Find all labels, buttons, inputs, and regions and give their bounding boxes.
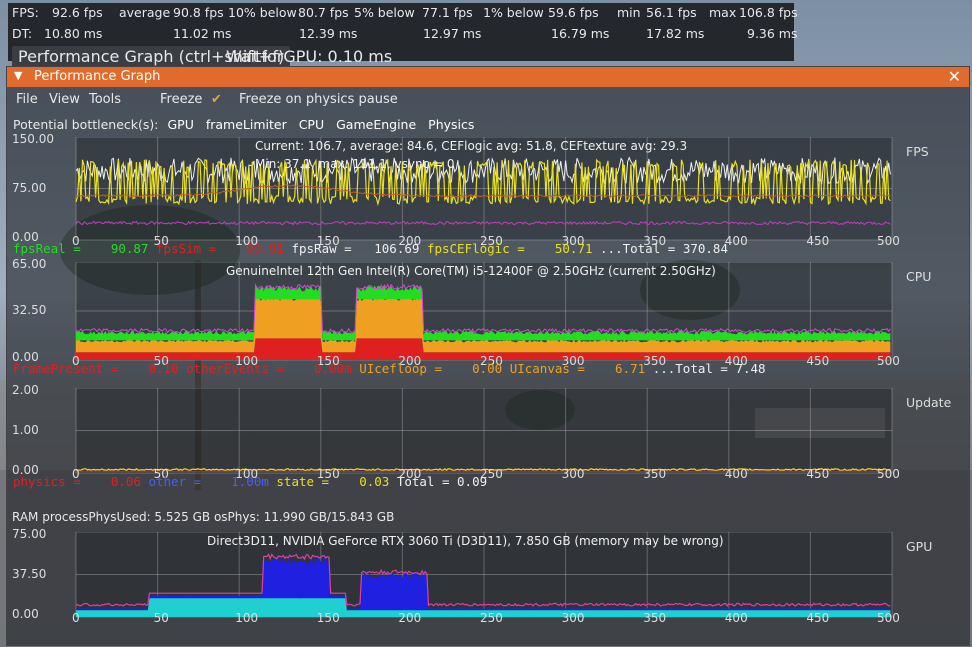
cpu-legend-entry: ...Total = 7.48: [652, 361, 766, 376]
window-titlebar[interactable]: ▼ Performance Graph ✕: [7, 67, 969, 87]
fps-side-label: FPS: [906, 144, 929, 159]
dtrow-cell: 12.97 ms: [423, 26, 482, 41]
cpu-legend-entry: otherEvents = 0.00m: [186, 361, 360, 376]
window-title: Performance Graph: [34, 69, 161, 84]
fpsrow-cell: 77.1 fps: [422, 5, 473, 20]
freeze-physics-label[interactable]: Freeze on physics pause: [239, 92, 398, 107]
fpsrow-cell: 80.7 fps: [298, 5, 349, 20]
dtrow-cell: 9.36 ms: [747, 26, 798, 41]
fpsrow-cell: max: [709, 5, 737, 20]
gpu-title: Direct3D11, NVIDIA GeForce RTX 3060 Ti (…: [207, 534, 724, 548]
collapse-triangle-icon[interactable]: ▼: [14, 69, 22, 82]
fpsrow-cell: 106.8 fps: [739, 5, 798, 20]
update-side-label: Update: [906, 395, 952, 410]
update-legend-entry: physics = 0.06: [13, 474, 149, 489]
menu-bar: File View Tools Freeze ✔ Freeze on physi…: [7, 89, 969, 109]
bottleneck-framelimiter[interactable]: frameLimiter: [203, 117, 290, 132]
fps-xtick: 450: [806, 234, 830, 248]
fps-subtitle: Min: 37.1, max: 111.1, vsync = 0: [255, 157, 455, 171]
update-ytick: 2.00: [12, 383, 39, 397]
cpu-legend-entry: FramePresent = 0.10: [13, 361, 187, 376]
fps-legend-entry: fpsReal = 90.87: [13, 241, 156, 256]
update-ytick: 1.00: [12, 422, 39, 437]
fps-legend-entry: ...Total = 370.84: [600, 241, 728, 256]
gpu-xtick: 400: [724, 611, 748, 625]
menu-tools[interactable]: Tools: [89, 92, 121, 107]
fpsrow-cell: 56.1 fps: [646, 5, 697, 20]
cpu-ytick: 32.50: [12, 303, 47, 317]
bottleneck-gameengine[interactable]: GameEngine: [333, 117, 419, 132]
fpsrow-cell: 5% below: [354, 5, 415, 20]
update-legend: physics = 0.06 other = 1.00m state = 0.0…: [13, 474, 487, 489]
gpu-xtick: 500: [877, 611, 900, 625]
gpu-xtick: 350: [643, 611, 667, 625]
gpu-xtick: 300: [561, 611, 585, 625]
update-xtick: 350: [643, 467, 667, 481]
bottleneck-gpu[interactable]: GPU: [164, 117, 196, 132]
update-xtick: 400: [724, 467, 748, 481]
dtrow-cell: 16.79 ms: [551, 26, 610, 41]
fpsrow-cell: 10% below: [228, 5, 297, 20]
fps-xtick: 500: [877, 234, 900, 248]
fps-legend-entry: fpsSim = 90.91: [156, 241, 292, 256]
update-xtick: 500: [877, 467, 900, 481]
waitforgpu-label: WaitforGPU: 0.10 ms: [226, 47, 393, 66]
gpu-xtick: 50: [153, 611, 169, 625]
bottleneck-cpu[interactable]: CPU: [296, 117, 327, 132]
dtrow-cell: 17.82 ms: [646, 26, 705, 41]
fpsrow-cell: min: [617, 5, 641, 20]
fps-ytick: 75.00: [12, 180, 47, 195]
fps-legend-entry: fpsRaw = 106.69: [291, 241, 427, 256]
menu-file[interactable]: File: [16, 92, 38, 107]
dtrow-cell: 12.39 ms: [299, 26, 358, 41]
close-icon[interactable]: ✕: [948, 67, 961, 86]
cpu-ytick: 65.00: [12, 257, 47, 271]
update-xtick: 300: [561, 467, 585, 481]
bottleneck-physics[interactable]: Physics: [425, 117, 477, 132]
gpu-xtick: 150: [316, 611, 340, 625]
menu-view[interactable]: View: [49, 92, 80, 107]
gpu-xtick: 250: [480, 611, 503, 625]
fps-ytick: 150.00: [12, 132, 54, 146]
update-legend-entry: state = 0.03: [276, 474, 397, 489]
bottleneck-row: Potential bottleneck(s): GPU frameLimite…: [13, 117, 479, 132]
dtrow-cell: 11.02 ms: [173, 26, 232, 41]
cpu-legend: FramePresent = 0.10 otherEvents = 0.00m …: [13, 361, 766, 376]
stats-tabs: Performance Graph (ctrl+shift+f) Waitfor…: [8, 45, 794, 67]
fps-xtick: 400: [724, 234, 748, 248]
cpu-title: GenuineIntel 12th Gen Intel(R) Core(TM) …: [226, 264, 716, 278]
dtrow-cell: 10.80 ms: [44, 26, 103, 41]
gpu-xtick: 200: [398, 611, 422, 625]
cpu-xtick: 450: [806, 354, 830, 368]
gpu-xtick: 100: [235, 611, 259, 625]
freeze-button[interactable]: Freeze: [160, 92, 202, 107]
gpu-xtick: 450: [806, 611, 830, 625]
update-legend-entry: Total = 0.09: [396, 474, 488, 489]
gpu-ytick: 37.50: [12, 566, 47, 581]
cpu-legend-entry: UIcanvas = 6.71: [509, 361, 653, 376]
gpu-ytick: 75.00: [12, 527, 47, 541]
fps-legend-entry: fpsCEFlogic = 50.71: [426, 241, 601, 256]
update-graph: [75, 388, 893, 474]
fpsrow-cell: 90.8 fps: [173, 5, 224, 20]
fpsrow-cell: average: [119, 5, 171, 20]
fpsrow-cell: 1% below: [483, 5, 544, 20]
update-legend-entry: other = 1.00m: [148, 474, 277, 489]
fps-title: Current: 106.7, average: 84.6, CEFlogic …: [255, 139, 688, 153]
cpu-legend-entry: UIcefloop = 0.00: [359, 361, 510, 376]
fpsrow-cell: 59.6 fps: [548, 5, 599, 20]
gpu-xtick: 0: [72, 611, 80, 625]
ram-info: RAM processPhysUsed: 5.525 GB osPhys: 11…: [12, 510, 395, 524]
gpu-ytick: 0.00: [12, 607, 39, 621]
gpu-side-label: GPU: [906, 539, 933, 554]
update-xtick: 450: [806, 467, 830, 481]
bottleneck-label: Potential bottleneck(s):: [13, 117, 159, 132]
cpu-xtick: 500: [877, 354, 900, 368]
fps-legend: fpsReal = 90.87 fpsSim = 90.91 fpsRaw = …: [13, 241, 728, 256]
fpsrow-cell: FPS:: [12, 5, 39, 20]
dtrow-cell: DT:: [12, 26, 33, 41]
checkmark-icon[interactable]: ✔: [211, 92, 222, 107]
cpu-side-label: CPU: [906, 269, 932, 284]
fpsrow-cell: 92.6 fps: [52, 5, 103, 20]
